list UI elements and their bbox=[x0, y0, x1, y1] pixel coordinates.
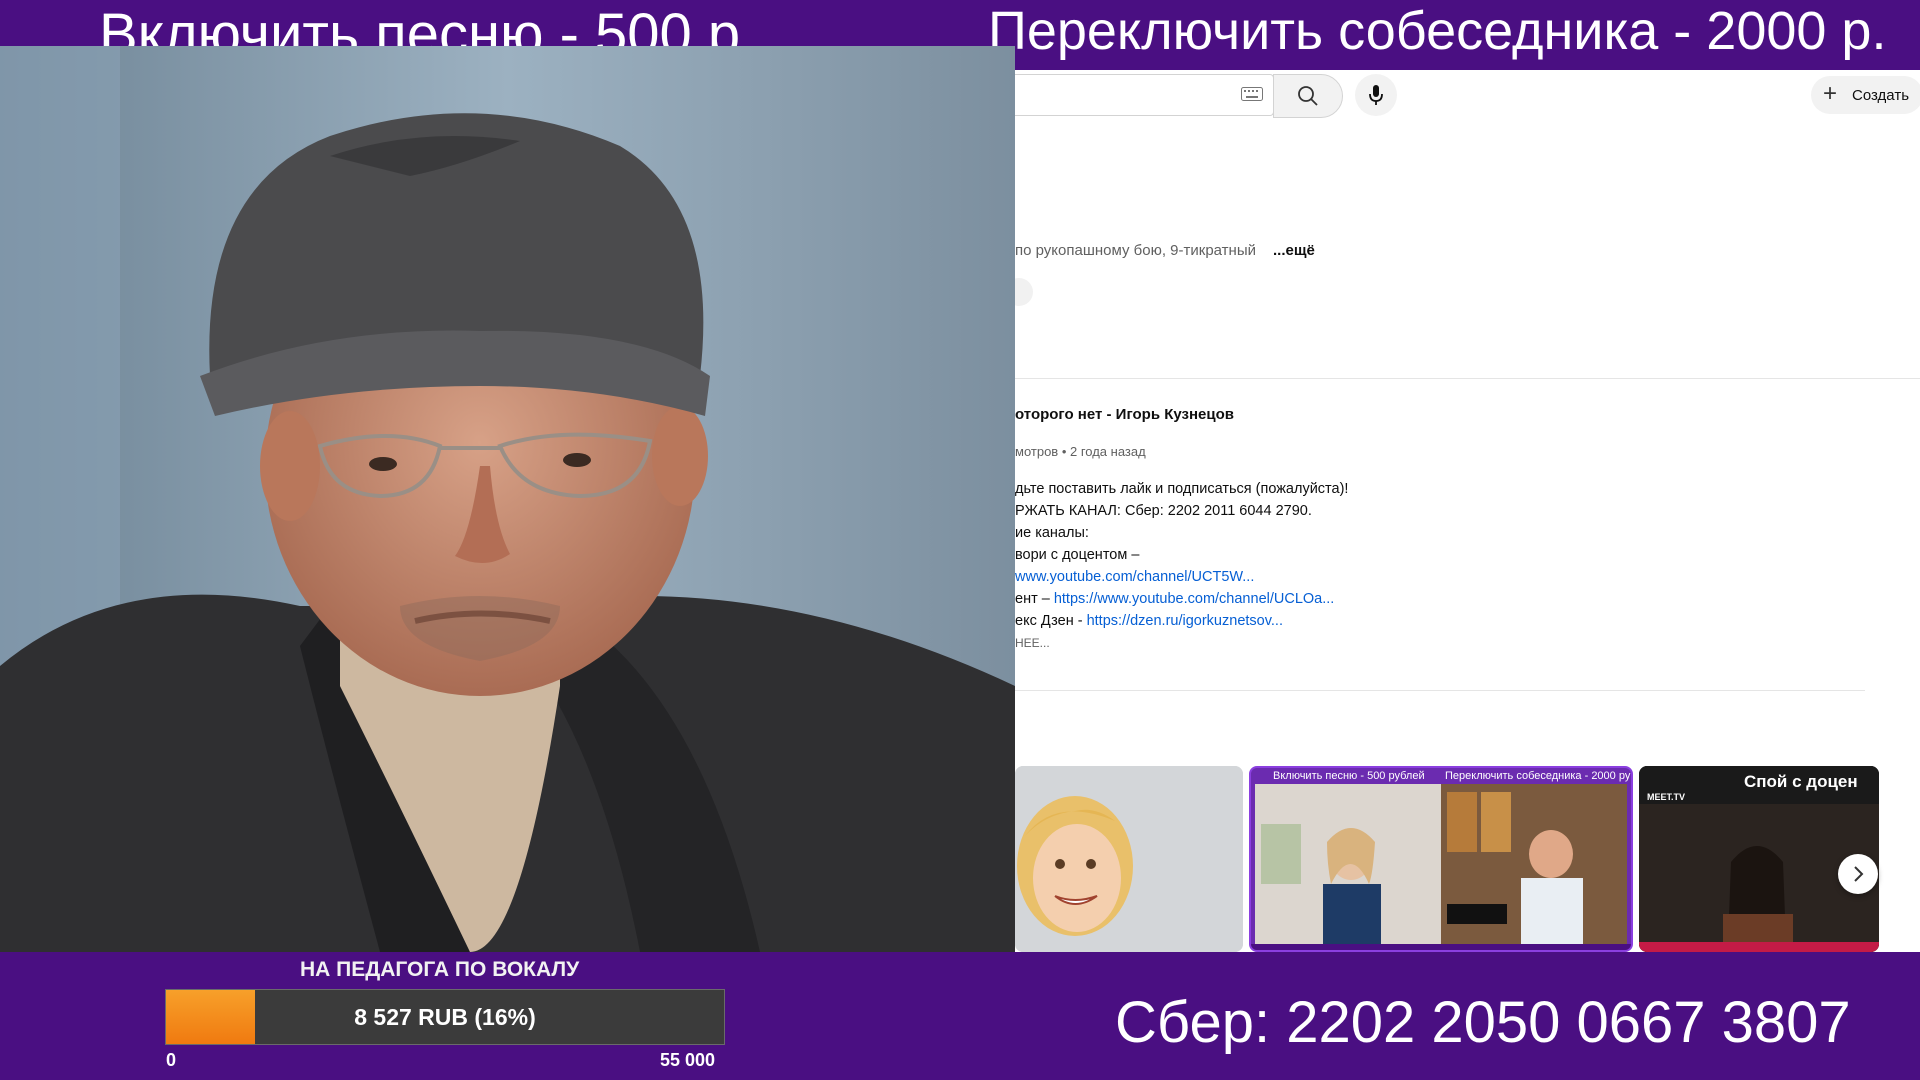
webcam-feed bbox=[0, 46, 1015, 952]
keyboard-icon[interactable] bbox=[1241, 87, 1263, 101]
chip-button[interactable] bbox=[1015, 278, 1033, 306]
goal-max-label: 55 000 bbox=[660, 1050, 716, 1070]
switch-partner-price-text: Переключить собеседника - 2000 р. bbox=[988, 1, 1887, 61]
search-icon bbox=[1298, 86, 1318, 106]
video-title[interactable]: оторого нет - Игорь Кузнецов bbox=[1015, 406, 1234, 423]
create-button[interactable]: + Создать bbox=[1811, 76, 1920, 114]
browser-window: + Создать по рукопашному бою, 9-тикратны… bbox=[1015, 70, 1920, 952]
show-more-link[interactable]: ...ещё bbox=[1273, 242, 1315, 259]
bottom-overlay-bar: НА ПЕДАГОГА ПО ВОКАЛУ 8 527 RUB (16%) 0 … bbox=[0, 952, 1920, 1080]
thumbnail-text: Включить песню - 500 рублей bbox=[1273, 770, 1425, 782]
description-line: вори с доцентом – bbox=[1015, 547, 1140, 563]
dzen-link[interactable]: https://dzen.ru/igorkuznetsov... bbox=[1087, 613, 1283, 629]
voice-search-button[interactable] bbox=[1355, 74, 1397, 116]
description-line: екс Дзен - https://dzen.ru/igorkuznetsov… bbox=[1015, 613, 1283, 629]
bank-card-number: Сбер: 2202 2050 0667 3807 bbox=[1115, 990, 1851, 1055]
search-input[interactable] bbox=[1015, 74, 1274, 116]
description-line: ие каналы: bbox=[1015, 525, 1089, 541]
channel-link[interactable]: www.youtube.com/channel/UCT5W... bbox=[1015, 569, 1254, 585]
streamer-portrait-image bbox=[0, 46, 1015, 952]
chevron-right-icon bbox=[1854, 866, 1864, 882]
channel-link[interactable]: https://www.youtube.com/channel/UCLOa... bbox=[1054, 591, 1334, 607]
description-line: дьте поставить лайк и подписаться (пожал… bbox=[1015, 481, 1349, 497]
divider bbox=[1015, 690, 1865, 691]
create-label: Создать bbox=[1852, 87, 1910, 104]
stream-preview-image bbox=[1251, 784, 1631, 950]
channel-description: по рукопашному бою, 9-тикратный bbox=[1015, 242, 1256, 259]
video-meta: мотров • 2 года назад bbox=[1015, 444, 1146, 459]
donation-goal-title: НА ПЕДАГОГА ПО ВОКАЛУ bbox=[300, 958, 580, 981]
child-portrait-image bbox=[1015, 766, 1243, 952]
carousel-next-button[interactable] bbox=[1838, 854, 1878, 894]
thumbnail-brand: MEET.TV bbox=[1647, 792, 1686, 802]
donation-progress-bar: 8 527 RUB (16%) bbox=[165, 989, 725, 1045]
plus-icon: + bbox=[1823, 80, 1838, 107]
thumbnail-text: Переключить собеседника - 2000 рублей bbox=[1445, 770, 1631, 782]
description-line: НЕЕ... bbox=[1015, 636, 1050, 650]
video-thumbnail[interactable]: Включить песню - 500 рублей Переключить … bbox=[1249, 766, 1633, 952]
donation-progress-text: 8 527 RUB (16%) bbox=[354, 1004, 536, 1030]
description-line: РЖАТЬ КАНАЛ: Сбер: 2202 2011 6044 2790. bbox=[1015, 503, 1312, 519]
microphone-icon bbox=[1369, 85, 1383, 105]
video-thumbnail[interactable] bbox=[1015, 766, 1243, 952]
thumbnail-text: Спой с доцен bbox=[1744, 772, 1858, 791]
search-button[interactable] bbox=[1273, 74, 1343, 118]
description-line: ент – https://www.youtube.com/channel/UC… bbox=[1015, 591, 1335, 607]
goal-min-label: 0 bbox=[166, 1050, 177, 1070]
description-line: www.youtube.com/channel/UCT5W... bbox=[1015, 569, 1254, 585]
divider bbox=[1015, 378, 1920, 379]
